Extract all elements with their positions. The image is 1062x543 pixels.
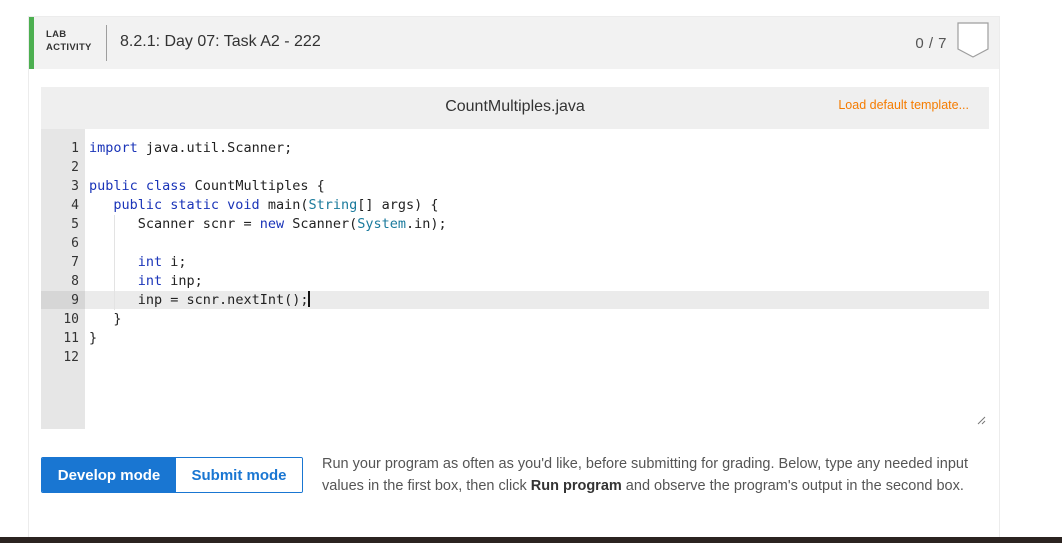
lab-label-line1: LAB [46,29,67,40]
code-text: Scanner( [284,216,358,232]
code-editor: CountMultiples.java Load default templat… [41,87,989,429]
code-keyword: public static void [113,197,260,213]
activity-title: 8.2.1: Day 07: Task A2 - 222 [120,33,321,50]
instructions-text-2: and observe the program's output in the … [621,478,964,494]
line-number: 8 [71,274,79,289]
code-text: } [89,330,98,346]
line-number-gutter: 1 2 3 4 5 6 7 8 9 10 11 12 [41,129,85,429]
code-line: public static void main(String[] args) { [89,196,439,215]
lab-activity-header: LAB ACTIVITY 8.2.1: Day 07: Task A2 - 22… [29,17,999,69]
code-text: inp; [162,273,203,289]
code-line: int i; [89,253,187,272]
code-text: [] args) { [357,197,439,213]
code-keyword: int [137,254,163,270]
line-number: 10 [63,312,79,327]
line-number: 2 [71,160,79,175]
code-keyword: public class [89,178,187,194]
load-default-template-link[interactable]: Load default template... [838,98,969,112]
line-number: 5 [71,217,79,232]
code-text: main( [259,197,309,213]
score-badge-icon [957,22,989,58]
text-cursor [308,291,311,307]
code-line: import java.util.Scanner; [89,139,292,158]
line-number: 1 [71,141,79,156]
code-line: } [89,329,97,348]
score-text: 0 / 7 [915,35,947,52]
lab-label-line2: ACTIVITY [46,42,92,53]
lab-activity-card: LAB ACTIVITY 8.2.1: Day 07: Task A2 - 22… [28,16,1000,543]
code-text: CountMultiples { [186,178,325,194]
run-instructions: Run your program as often as you'd like,… [322,453,987,497]
line-number: 4 [71,198,79,213]
submit-mode-button[interactable]: Submit mode [176,458,302,492]
code-line: public class CountMultiples { [89,177,325,196]
line-number: 6 [71,236,79,251]
code-line: inp = scnr.nextInt(); [89,291,311,310]
code-keyword: new [259,216,285,232]
code-type: System [357,216,407,232]
line-number: 9 [71,293,79,308]
line-number: 3 [71,179,79,194]
lab-activity-label: LAB ACTIVITY [46,28,92,54]
code-line: Scanner scnr = new Scanner(System.in); [89,215,447,234]
code-text: } [113,311,122,327]
code-text: Scanner scnr = [137,216,260,232]
code-line: } [89,310,122,329]
code-text: i; [162,254,187,270]
header-divider [106,25,107,61]
code-text: .in); [406,216,447,232]
code-line: int inp; [89,272,203,291]
code-text: inp = scnr.nextInt(); [137,292,309,308]
line-number: 11 [63,331,79,346]
mode-toggle: Develop mode Submit mode [41,457,303,493]
develop-mode-button[interactable]: Develop mode [42,458,176,492]
run-program-emphasis: Run program [530,478,622,494]
line-number: 12 [63,350,79,365]
code-keyword: int [137,273,163,289]
editor-topbar: CountMultiples.java Load default templat… [41,87,989,129]
resize-handle-icon[interactable] [977,416,986,425]
code-text-area[interactable]: import java.util.Scanner; public class Co… [85,129,989,429]
code-keyword: import [89,140,138,156]
bottom-bar [0,537,1062,543]
line-number: 7 [71,255,79,270]
code-text: java.util.Scanner; [137,140,293,156]
code-type: String [308,197,358,213]
